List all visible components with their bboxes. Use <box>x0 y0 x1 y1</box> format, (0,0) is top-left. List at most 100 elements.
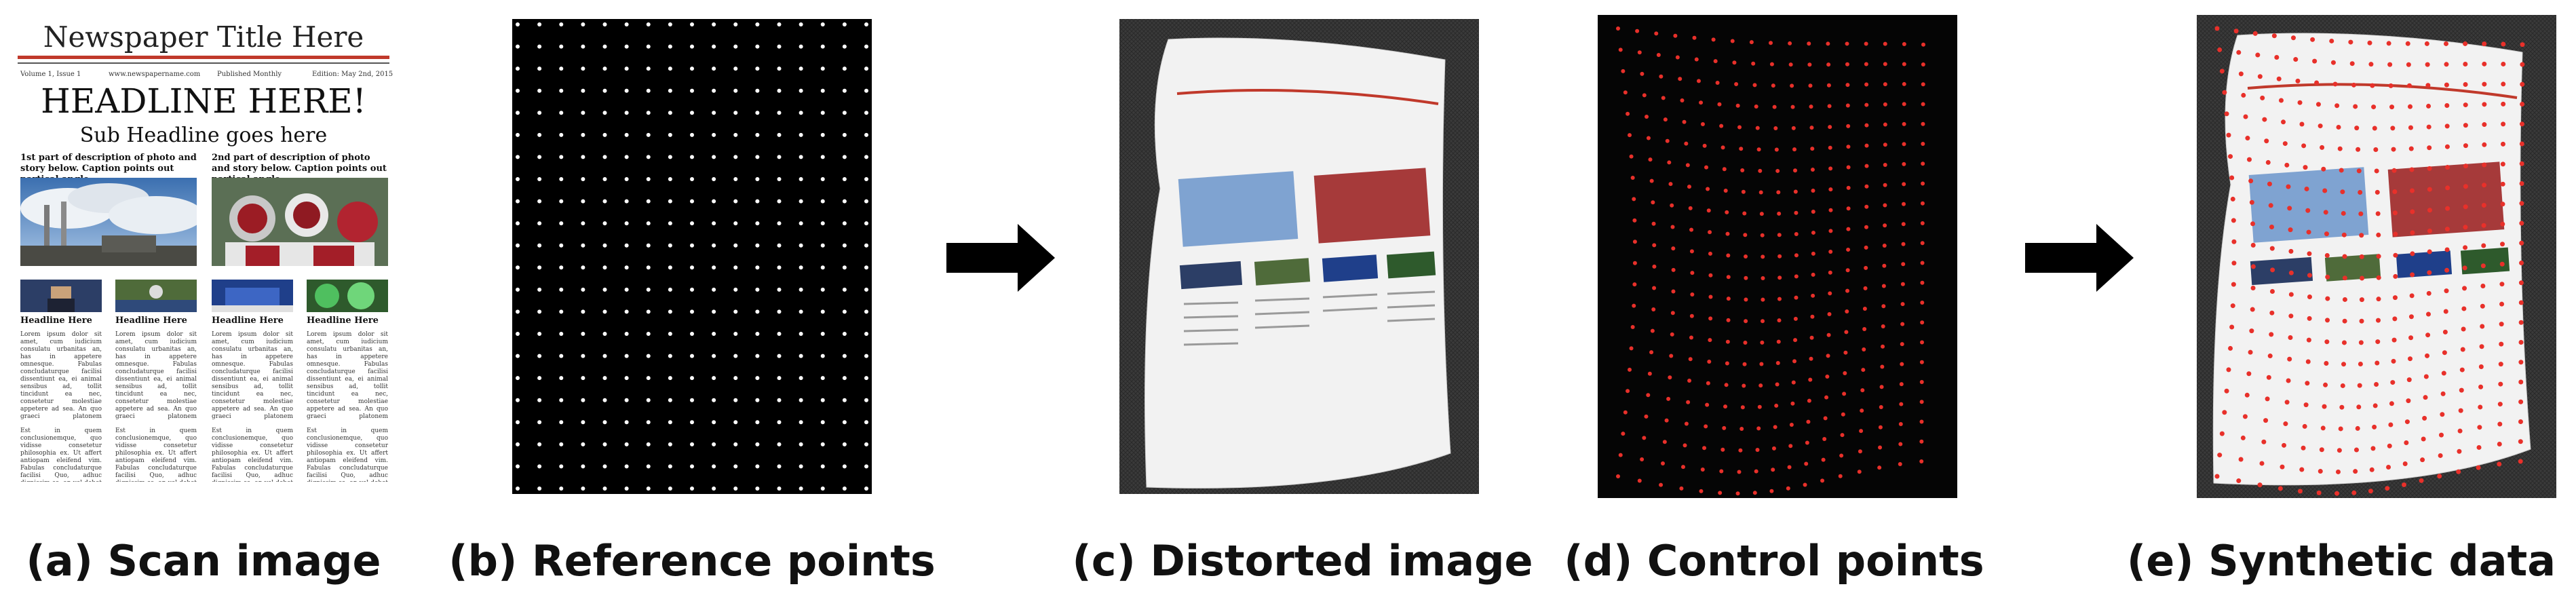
control-point-overlay <box>2402 482 2407 487</box>
reference-point <box>820 420 825 425</box>
control-point <box>1787 465 1792 470</box>
control-point <box>1828 270 1832 275</box>
control-point <box>1810 147 1815 151</box>
control-point-overlay <box>2358 362 2363 367</box>
control-point <box>1668 182 1673 187</box>
reference-point <box>864 221 868 226</box>
reference-point <box>690 66 694 71</box>
control-point <box>1723 404 1728 409</box>
control-point <box>1680 465 1685 470</box>
reference-point <box>690 376 694 381</box>
control-point <box>1921 141 1925 146</box>
reference-point <box>602 22 607 26</box>
reference-point <box>690 199 694 204</box>
control-point <box>1734 81 1739 86</box>
control-point <box>1775 382 1780 387</box>
reference-point <box>820 243 825 248</box>
control-point-overlay <box>2409 188 2415 193</box>
reference-point <box>777 177 782 181</box>
control-point-overlay <box>2330 60 2336 65</box>
control-point <box>1877 465 1882 470</box>
reference-point <box>646 111 651 115</box>
control-point-overlay <box>2427 270 2432 275</box>
control-point-overlay <box>2388 422 2394 427</box>
control-point <box>1811 209 1815 214</box>
control-point-overlay <box>2248 178 2254 184</box>
control-point-overlay <box>2240 435 2246 440</box>
control-point <box>1632 218 1637 223</box>
control-point-overlay <box>2283 421 2288 427</box>
reference-point <box>581 22 585 26</box>
control-point <box>1715 80 1720 85</box>
reference-point <box>777 66 782 71</box>
reference-point <box>668 376 672 381</box>
control-point <box>1880 364 1885 369</box>
reference-point <box>820 132 825 137</box>
control-point-overlay <box>2393 252 2398 258</box>
reference-point <box>712 44 716 49</box>
control-point <box>1684 141 1689 146</box>
reference-point <box>777 442 782 446</box>
control-point <box>1791 126 1796 130</box>
reference-point <box>690 309 694 314</box>
reference-point <box>581 111 585 115</box>
control-point-overlay <box>2322 404 2327 409</box>
control-point <box>1671 267 1676 272</box>
control-point <box>1845 268 1850 273</box>
reference-point <box>602 155 607 159</box>
reference-point <box>842 265 847 270</box>
control-point <box>1758 383 1763 388</box>
control-point <box>1788 41 1792 45</box>
control-point <box>1864 82 1869 87</box>
control-point-overlay <box>2359 275 2364 281</box>
control-point <box>1792 147 1797 152</box>
reference-point <box>755 376 760 381</box>
control-point <box>1773 425 1777 430</box>
reference-point <box>712 287 716 292</box>
reference-point <box>646 155 651 159</box>
control-point-overlay <box>2288 313 2294 319</box>
control-point <box>1630 176 1635 180</box>
reference-point <box>559 243 564 248</box>
control-point <box>1666 396 1671 401</box>
reference-point <box>799 132 803 137</box>
control-point <box>1840 433 1845 438</box>
control-point <box>1699 100 1704 105</box>
control-point <box>1864 184 1869 189</box>
control-point <box>1920 340 1925 345</box>
control-point <box>1902 62 1906 66</box>
reference-point <box>755 442 760 446</box>
control-point <box>1637 478 1642 483</box>
reference-point <box>516 22 520 26</box>
control-point-overlay <box>2481 203 2486 208</box>
control-point-overlay <box>2373 147 2379 152</box>
control-point <box>1744 254 1748 259</box>
control-point-overlay <box>2427 249 2432 254</box>
control-point <box>1630 325 1635 329</box>
control-point <box>1790 104 1795 109</box>
reference-point <box>842 420 847 425</box>
control-point-overlay <box>2371 104 2377 110</box>
reference-point <box>516 487 520 491</box>
reference-point <box>624 487 629 491</box>
reference-point <box>712 111 716 115</box>
control-point-overlay <box>2353 447 2359 453</box>
reference-point <box>624 111 629 115</box>
control-point <box>1738 448 1743 453</box>
control-point-overlay <box>2219 431 2225 436</box>
control-point <box>1794 210 1799 215</box>
control-point-overlay <box>2389 401 2394 406</box>
control-point-overlay <box>2481 223 2486 228</box>
control-point <box>1756 147 1761 152</box>
control-point-overlay <box>2231 218 2236 223</box>
control-point-overlay <box>2217 453 2223 458</box>
reference-point <box>712 376 716 381</box>
control-point <box>1726 297 1731 301</box>
reference-point <box>799 265 803 270</box>
reference-point <box>516 88 520 93</box>
control-point-overlay <box>2267 181 2272 187</box>
control-point <box>1699 489 1704 493</box>
reference-point <box>820 376 825 381</box>
control-point <box>1720 447 1725 452</box>
control-point-overlay <box>2229 175 2235 180</box>
